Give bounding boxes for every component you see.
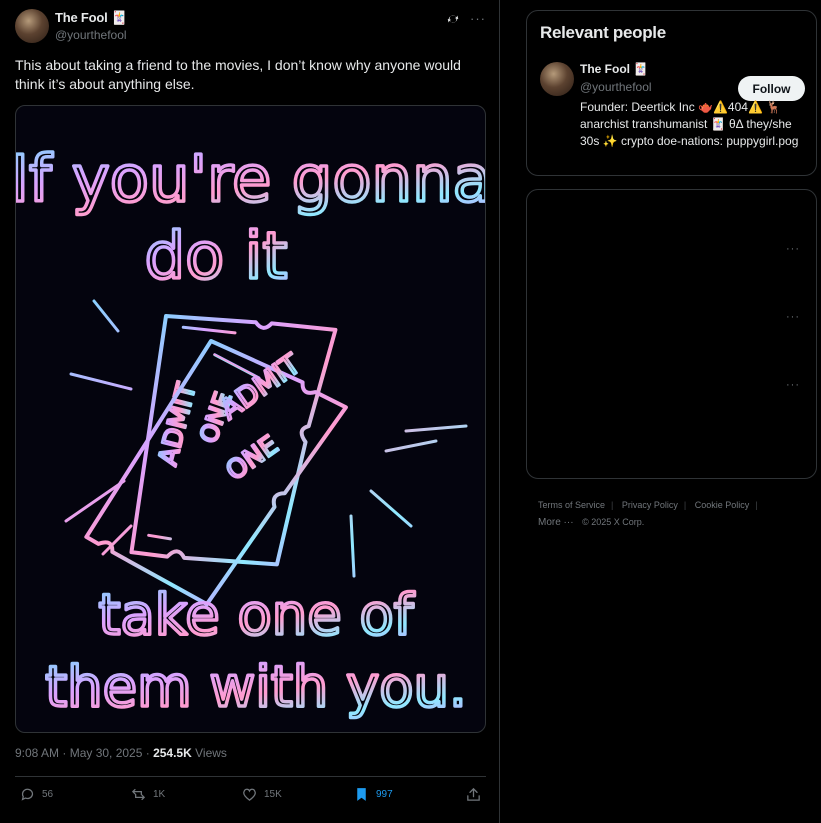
bookmark-count: 997 — [376, 789, 393, 800]
like-button[interactable]: 15K — [241, 786, 282, 803]
tweet-image[interactable]: If you're gonna do it ADMIT ONE ADMIT ON… — [15, 105, 486, 733]
more-options-icon[interactable]: ··· — [786, 379, 800, 391]
more-options-icon[interactable]: ··· — [786, 243, 800, 255]
tweet-meta: 9:08 AM · May 30, 2025 · 254.5K Views — [15, 746, 227, 760]
main-column: The Fool 🃏 @yourthefool ··· This about t… — [0, 0, 500, 823]
tweet-timestamp[interactable]: 9:08 AM · May 30, 2025 · — [15, 746, 153, 760]
share-icon — [467, 787, 480, 801]
relevant-person-name[interactable]: The Fool 🃏 — [580, 62, 648, 76]
share-button[interactable] — [465, 786, 482, 803]
tweet-actions: 56 1K 15K 997 — [15, 786, 486, 808]
reply-count: 56 — [42, 789, 54, 800]
poster-illustration: If you're gonna do it ADMIT ONE ADMIT ON… — [16, 141, 486, 722]
divider — [15, 776, 486, 777]
separator: | — [755, 500, 758, 510]
reply-button[interactable]: 56 — [19, 786, 53, 803]
relevant-person-avatar[interactable] — [540, 62, 574, 96]
grok-icon[interactable] — [446, 12, 460, 26]
poster-line-4: them with you. — [45, 655, 467, 720]
separator: | — [683, 500, 687, 510]
follow-button[interactable]: Follow — [738, 76, 805, 101]
ticket-2-admit: ADMIT — [214, 347, 308, 426]
more-link[interactable]: More ··· — [538, 517, 574, 528]
privacy-link[interactable]: Privacy Policy — [622, 500, 678, 510]
repost-button[interactable]: 1K — [130, 786, 165, 803]
more-options-icon[interactable]: ··· — [786, 311, 800, 323]
header-actions: ··· — [446, 11, 486, 26]
poster-line-3: take one of — [99, 583, 415, 648]
copyright: © 2025 X Corp. — [582, 517, 645, 527]
reply-icon — [21, 788, 34, 801]
ticket-2-one: ONE — [221, 430, 284, 487]
separator: | — [611, 500, 614, 510]
repost-icon — [131, 788, 146, 801]
tweet-text: This about taking a friend to the movies… — [15, 57, 461, 92]
like-count: 15K — [264, 789, 282, 800]
author-name[interactable]: The Fool 🃏 — [55, 10, 127, 26]
bookmark-button[interactable]: 997 — [353, 786, 393, 803]
terms-link[interactable]: Terms of Service — [538, 500, 605, 510]
poster-line-2: do it — [145, 220, 288, 294]
heart-icon — [243, 788, 256, 801]
relevant-people-title: Relevant people — [540, 23, 666, 42]
views-label: Views — [191, 746, 227, 760]
footer-links: Terms of Service | Privacy Policy | Cookie… — [538, 497, 818, 531]
more-options-icon[interactable]: ··· — [470, 11, 486, 26]
avatar[interactable] — [15, 9, 49, 43]
bookmark-icon — [357, 788, 366, 801]
relevant-person-handle[interactable]: @yourthefool — [580, 80, 652, 94]
repost-count: 1K — [153, 789, 166, 800]
relevant-people-card: Relevant people The Fool 🃏 @yourthefool … — [526, 10, 817, 176]
tweet-header: The Fool 🃏 @yourthefool ··· — [15, 9, 490, 45]
poster-line-1: If you're gonna — [16, 143, 486, 217]
trends-card: ··· ··· ··· — [526, 189, 817, 479]
author-handle[interactable]: @yourthefool — [55, 28, 127, 42]
cookie-link[interactable]: Cookie Policy — [695, 500, 750, 510]
views-count: 254.5K — [153, 746, 192, 760]
relevant-person-bio: Founder: Deertick Inc 🫖⚠️404⚠️ 🦌 anarchi… — [580, 100, 799, 148]
